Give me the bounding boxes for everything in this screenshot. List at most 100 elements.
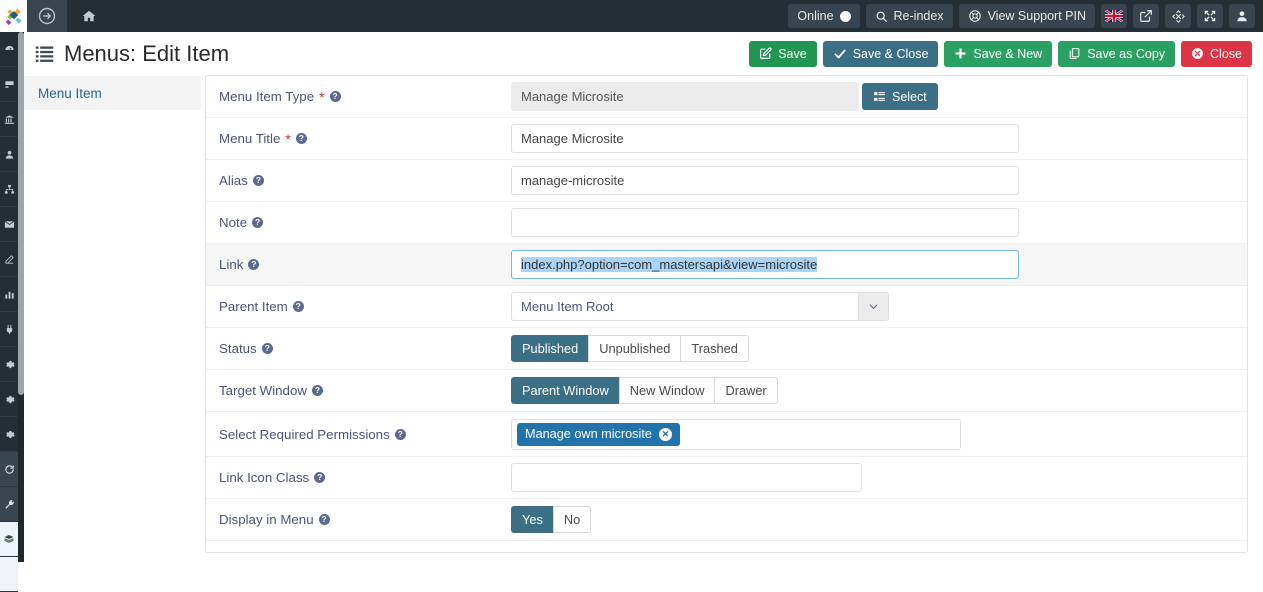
search-icon <box>875 10 888 23</box>
link-input-value: index.php?option=com_mastersapi&view=mic… <box>521 257 818 272</box>
chevron-down-icon[interactable] <box>858 292 889 321</box>
field-row-link: Link ? index.php?option=com_mastersapi&v… <box>206 244 1247 286</box>
status-label: Status ? <box>219 341 511 356</box>
display-option-yes[interactable]: Yes <box>511 506 554 533</box>
status-option-published[interactable]: Published <box>511 335 590 362</box>
check-icon <box>833 47 847 61</box>
alias-label: Alias ? <box>219 173 511 188</box>
status-option-unpublished[interactable]: Unpublished <box>588 335 682 362</box>
target-window-field: Parent Window New Window Drawer <box>511 377 1234 404</box>
label-text: Menu Title <box>219 131 281 146</box>
joomla-logo-icon[interactable] <box>0 0 27 32</box>
target-window-label: Target Window ? <box>219 383 511 398</box>
save-and-close-button[interactable]: Save & Close <box>822 40 939 67</box>
link-label: Link ? <box>219 257 511 272</box>
rail-item-box[interactable] <box>0 522 18 557</box>
select-menu-item-type-button[interactable]: Select <box>862 83 938 110</box>
joomla-mark-icon[interactable] <box>1165 4 1191 28</box>
rail-item-content[interactable] <box>0 67 18 102</box>
rail-item-users[interactable] <box>0 137 18 172</box>
parent-item-value[interactable]: Menu Item Root <box>511 292 858 321</box>
target-window-button-group: Parent Window New Window Drawer <box>511 377 778 404</box>
permissions-field: Manage own microsite ✕ <box>511 418 1234 450</box>
status-button-group: Published Unpublished Trashed <box>511 335 749 362</box>
display-option-no[interactable]: No <box>552 506 592 533</box>
rail-item-chart[interactable] <box>0 277 18 312</box>
parent-item-select[interactable]: Menu Item Root <box>511 292 889 321</box>
rail-item-refresh[interactable] <box>0 452 18 487</box>
rail-item-settings-1[interactable] <box>0 347 18 382</box>
display-in-menu-button-group: Yes No <box>511 506 592 533</box>
rail-item-settings-3[interactable] <box>0 417 18 452</box>
view-support-pin-button[interactable]: View Support PIN <box>958 4 1095 28</box>
field-row-note: Note ? <box>206 202 1247 244</box>
menu-item-type-input[interactable]: Manage Microsite <box>511 82 859 111</box>
sidebar-toggle-button[interactable] <box>27 0 67 32</box>
help-icon[interactable]: ? <box>394 428 406 440</box>
tab-menu-item[interactable]: Menu Item <box>24 76 201 110</box>
label-text: Menu Item Type <box>219 89 315 104</box>
note-label: Note ? <box>219 215 511 230</box>
lifebuoy-icon <box>968 9 982 23</box>
save-label: Save <box>778 46 807 61</box>
display-in-menu-field: Yes No <box>511 506 1234 533</box>
link-input[interactable]: index.php?option=com_mastersapi&view=mic… <box>511 250 1019 279</box>
user-icon[interactable] <box>1229 4 1255 28</box>
save-as-copy-button[interactable]: Save as Copy <box>1058 40 1176 67</box>
help-icon[interactable]: ? <box>311 385 323 396</box>
menu-title-input[interactable]: Manage Microsite <box>511 124 1019 153</box>
permission-tag-label: Manage own microsite <box>525 427 652 441</box>
remove-tag-icon[interactable]: ✕ <box>658 427 672 441</box>
rail-item-plug[interactable] <box>0 312 18 347</box>
link-icon-class-field <box>511 463 1234 492</box>
target-option-drawer[interactable]: Drawer <box>714 377 778 404</box>
save-button[interactable]: Save <box>749 40 817 67</box>
page-header: Menus: Edit Item Save Save & Close Save … <box>24 32 1263 75</box>
status-option-trashed[interactable]: Trashed <box>680 335 749 362</box>
permissions-tag-input[interactable]: Manage own microsite ✕ <box>511 418 961 450</box>
save-and-new-button[interactable]: Save & New <box>944 40 1053 67</box>
label-text: Status <box>219 341 257 356</box>
label-text: Target Window <box>219 383 307 398</box>
parent-item-field: Menu Item Root <box>511 292 1234 321</box>
rail-item-settings-2[interactable] <box>0 382 18 417</box>
editor-toolbar: Save Save & Close Save & New Save as Cop… <box>749 40 1263 67</box>
rail-item-bank[interactable] <box>0 102 18 137</box>
rail-item-mail[interactable] <box>0 207 18 242</box>
rail-item-blank[interactable] <box>0 557 18 592</box>
menu-title-field: Manage Microsite <box>511 124 1234 153</box>
rail-item-dashboard[interactable] <box>0 32 18 67</box>
rail-item-edit[interactable] <box>0 242 18 277</box>
help-icon[interactable]: ? <box>252 217 264 228</box>
help-icon[interactable]: ? <box>252 175 264 186</box>
list-ul-icon <box>873 90 886 103</box>
help-icon[interactable]: ? <box>329 91 341 102</box>
external-link-icon[interactable] <box>1133 4 1159 28</box>
home-button[interactable] <box>67 0 111 32</box>
help-icon[interactable]: ? <box>261 343 273 354</box>
rail-item-sitemap[interactable] <box>0 172 18 207</box>
help-icon[interactable]: ? <box>295 133 307 144</box>
close-label: Close <box>1210 46 1242 61</box>
field-row-status: Status ? Published Unpublished Trashed <box>206 328 1247 370</box>
help-icon[interactable]: ? <box>248 259 260 270</box>
link-icon-class-input[interactable] <box>511 463 862 492</box>
help-icon[interactable]: ? <box>314 472 326 483</box>
menu-title-label: Menu Title * ? <box>219 131 511 146</box>
permission-tag[interactable]: Manage own microsite ✕ <box>517 422 680 446</box>
online-status-button[interactable]: Online <box>788 4 860 28</box>
status-dot-icon <box>839 10 851 22</box>
target-option-parent-window[interactable]: Parent Window <box>511 377 620 404</box>
rail-item-wrench[interactable] <box>0 487 18 522</box>
save-new-label: Save & New <box>973 46 1043 61</box>
help-icon[interactable]: ? <box>318 514 330 525</box>
help-icon[interactable]: ? <box>292 301 304 312</box>
reindex-button[interactable]: Re-index <box>865 4 953 28</box>
label-text: Display in Menu <box>219 512 314 527</box>
alias-input[interactable]: manage-microsite <box>511 166 1019 195</box>
note-input[interactable] <box>511 208 1019 237</box>
close-button[interactable]: Close <box>1181 40 1252 67</box>
expand-arrows-icon[interactable] <box>1197 4 1223 28</box>
target-option-new-window[interactable]: New Window <box>618 377 716 404</box>
uk-flag-icon[interactable] <box>1101 4 1127 28</box>
